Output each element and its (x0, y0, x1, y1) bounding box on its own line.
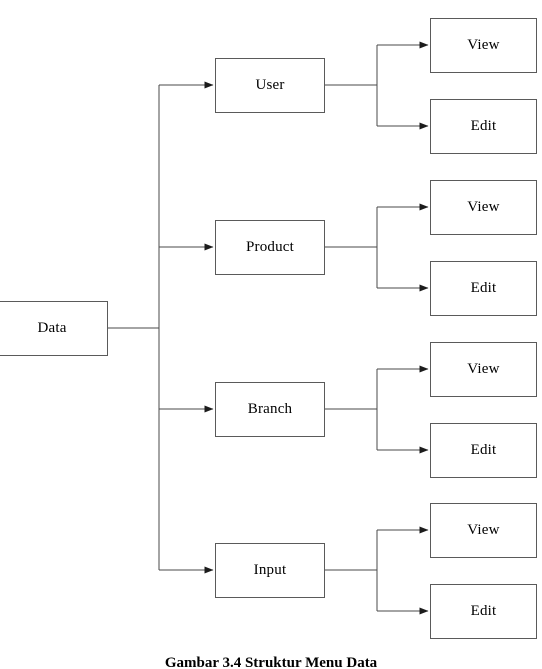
node-label: View (467, 37, 500, 53)
figure-caption: Gambar 3.4 Struktur Menu Data (164, 655, 378, 669)
node-label: Branch (247, 401, 293, 417)
node-label: Product (245, 239, 295, 255)
node-label: Input (253, 562, 287, 578)
node-label: User (255, 77, 285, 93)
node-product-view[interactable]: View (430, 180, 537, 235)
node-data-root[interactable]: Data (0, 301, 108, 356)
node-label: View (467, 522, 500, 538)
node-input[interactable]: Input (215, 543, 325, 598)
node-input-edit[interactable]: Edit (430, 584, 537, 639)
node-branch-edit[interactable]: Edit (430, 423, 537, 478)
node-label: Edit (470, 442, 497, 458)
node-label: View (467, 361, 500, 377)
node-product-edit[interactable]: Edit (430, 261, 537, 316)
node-label: Edit (470, 118, 497, 134)
node-user[interactable]: User (215, 58, 325, 113)
node-input-view[interactable]: View (430, 503, 537, 558)
node-label: Edit (470, 280, 497, 296)
node-user-view[interactable]: View (430, 18, 537, 73)
node-label: Edit (470, 603, 497, 619)
node-label: View (467, 199, 500, 215)
node-user-edit[interactable]: Edit (430, 99, 537, 154)
diagram-canvas: Data User View Edit Product View Edit Br… (0, 0, 542, 669)
node-product[interactable]: Product (215, 220, 325, 275)
node-branch-view[interactable]: View (430, 342, 537, 397)
node-label: Data (37, 320, 67, 336)
node-branch[interactable]: Branch (215, 382, 325, 437)
